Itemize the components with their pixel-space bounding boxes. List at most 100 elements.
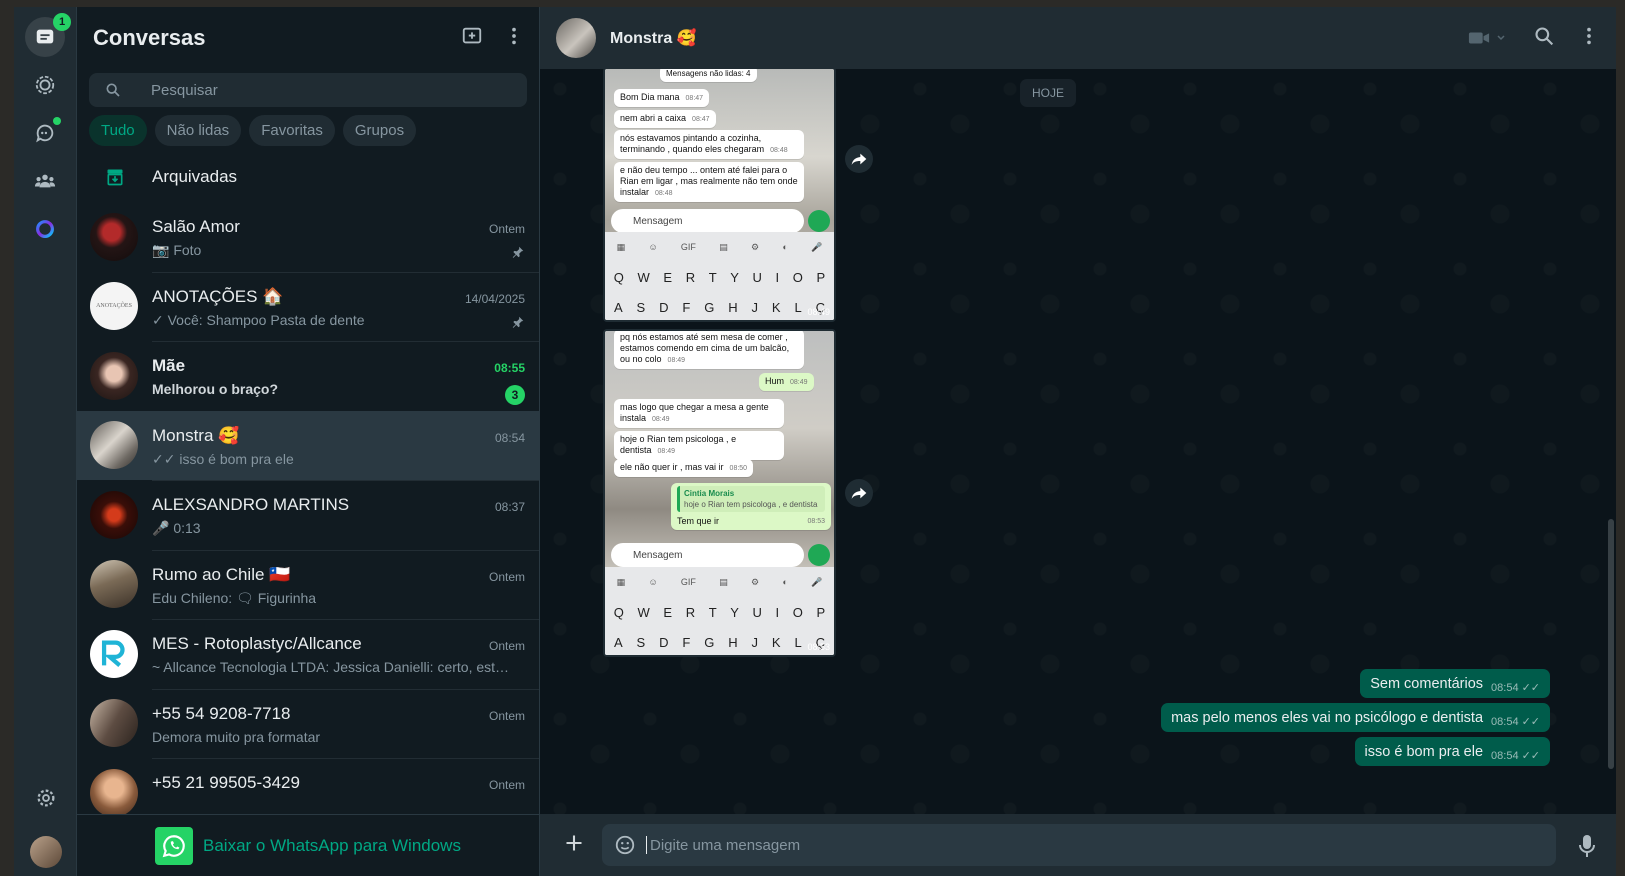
mini-bubble: nós estavamos pintando a cozinha, termin… bbox=[614, 130, 804, 159]
read-ticks-icon: ✓✓ bbox=[1521, 682, 1540, 694]
chat-preview: 🎤 0:13 bbox=[152, 520, 201, 536]
communities-nav-button[interactable] bbox=[25, 161, 65, 201]
message-placeholder: Digite uma mensagem bbox=[650, 836, 801, 854]
status-icon bbox=[35, 75, 55, 95]
chats-icon bbox=[36, 29, 54, 44]
video-camera-icon bbox=[1468, 32, 1490, 44]
keyboard-toolbar: ▦ ☺ GIF ▤ ⚙ ◐ 🎤 bbox=[616, 576, 823, 588]
chat-item-body: Rumo ao Chile 🇨🇱 Edu Chileno: 🗨 Figurinh… bbox=[152, 549, 539, 620]
outgoing-message[interactable]: Sem comentários 08:54 ✓✓ bbox=[1360, 669, 1550, 698]
chat-time: 08:55 bbox=[494, 361, 525, 375]
mini-keyboard: ▦ ☺ GIF ▤ ⚙ ◐ 🎤 QWERTYUIOP ASDFGHJKLÇ bbox=[605, 232, 834, 320]
archive-icon bbox=[107, 169, 123, 186]
chat-item-phone-5521[interactable]: +55 21 99505-3429 Ontem bbox=[77, 758, 539, 814]
channels-new-dot bbox=[53, 117, 61, 125]
download-banner[interactable]: Baixar o WhatsApp para Windows bbox=[77, 814, 539, 876]
contact-avatar[interactable] bbox=[556, 18, 596, 58]
mini-bubble: mas logo que chegar a mesa a gente insta… bbox=[614, 399, 784, 428]
header-actions bbox=[1468, 7, 1596, 69]
filter-groups[interactable]: Grupos bbox=[342, 115, 417, 146]
profile-avatar[interactable] bbox=[29, 836, 62, 868]
channels-nav-button[interactable] bbox=[25, 113, 65, 153]
whatsapp-logo-icon bbox=[155, 826, 194, 865]
keyboard-row: QWERTYUIOP bbox=[613, 604, 826, 620]
message-scrollbar[interactable] bbox=[1608, 519, 1614, 769]
chat-item-body: +55 54 9208-7718 Demora muito pra format… bbox=[152, 688, 539, 759]
message-text: isso é bom pra ele bbox=[1364, 744, 1484, 760]
search-box[interactable]: Pesquisar bbox=[89, 73, 527, 107]
chat-preview: ✓ Você: Shampoo Pasta de dente bbox=[152, 311, 365, 328]
sidebar-menu-button[interactable] bbox=[505, 25, 523, 52]
image-message-2[interactable]: pq nós estamos até sem mesa de comer , e… bbox=[603, 329, 836, 657]
contact-name[interactable]: Monstra 🥰 bbox=[610, 28, 697, 48]
avatar: ANOTAÇÕES bbox=[90, 282, 138, 331]
chat-item-salao-amor[interactable]: Salão Amor 📷 Foto Ontem bbox=[77, 202, 539, 272]
chat-item-rumo-ao-chile[interactable]: Rumo ao Chile 🇨🇱 Edu Chileno: 🗨 Figurinh… bbox=[77, 549, 539, 620]
chat-menu-button[interactable] bbox=[1582, 25, 1596, 52]
forward-button-1[interactable] bbox=[845, 145, 873, 173]
emoji-button[interactable] bbox=[614, 834, 636, 861]
outgoing-message[interactable]: isso é bom pra ele 08:54 ✓✓ bbox=[1354, 737, 1550, 766]
message-input[interactable]: Digite uma mensagem bbox=[602, 824, 1556, 866]
forward-icon bbox=[851, 153, 867, 165]
filter-all[interactable]: Tudo bbox=[89, 115, 147, 146]
chat-time: 08:54 bbox=[494, 430, 525, 445]
avatar bbox=[90, 351, 138, 400]
forward-button-2[interactable] bbox=[845, 479, 873, 507]
avatar bbox=[90, 699, 138, 748]
mini-mic-icon bbox=[808, 210, 830, 232]
chat-item-mes-rotoplastyc[interactable]: MES - Rotoplastyc/Allcance ~ Allcance Te… bbox=[77, 619, 539, 689]
mini-input: Mensagem bbox=[611, 543, 804, 567]
settings-nav-button[interactable] bbox=[26, 778, 66, 818]
chat-item-anotacoes[interactable]: ANOTAÇÕES ANOTAÇÕES 🏠 ✓ Você: Shampoo Pa… bbox=[77, 271, 539, 342]
chat-item-mae[interactable]: Mãe Melhorou o braço? 08:55 3 bbox=[77, 341, 539, 411]
chat-time: Ontem bbox=[488, 778, 525, 792]
chat-item-monstra[interactable]: Monstra 🥰 ✓✓ isso é bom pra ele 08:54 bbox=[77, 410, 539, 481]
message-text: Sem comentários bbox=[1370, 676, 1484, 692]
microphone-icon bbox=[1579, 835, 1595, 857]
attach-button[interactable] bbox=[564, 833, 584, 858]
navigation-rail: 1 bbox=[14, 7, 77, 876]
forward-icon bbox=[851, 487, 867, 499]
rail-bottom bbox=[14, 778, 77, 868]
message-text: mas pelo menos eles vai no psicólogo e d… bbox=[1171, 710, 1484, 726]
search-icon bbox=[106, 83, 120, 97]
avatar bbox=[90, 490, 138, 539]
download-windows-link[interactable]: Baixar o WhatsApp para Windows bbox=[203, 836, 461, 856]
chat-name: ALEXSANDRO MARTINS bbox=[152, 495, 350, 514]
chat-list-panel: Conversas Pesquisar Tudo Não lidas Favor… bbox=[77, 7, 540, 876]
message-area[interactable]: HOJE Mensagens não lidas: 4 Bom Dia mana… bbox=[540, 69, 1616, 814]
voice-message-button[interactable] bbox=[1578, 834, 1596, 863]
chat-preview: Melhorou o braço? bbox=[152, 381, 278, 397]
chat-item-body: Monstra 🥰 ✓✓ isso é bom pra ele 08:54 bbox=[152, 411, 539, 481]
new-chat-icon bbox=[462, 27, 482, 43]
filter-favorites[interactable]: Favoritas bbox=[249, 115, 335, 146]
sticker-emoji-icon bbox=[615, 835, 635, 855]
mini-bubble: hoje o Rian tem psicologa , e dentista 08… bbox=[614, 431, 784, 460]
meta-ai-nav-button[interactable] bbox=[25, 209, 65, 249]
chat-item-phone-5554[interactable]: +55 54 9208-7718 Demora muito pra format… bbox=[77, 688, 539, 759]
filter-unread[interactable]: Não lidas bbox=[154, 115, 242, 146]
video-call-button[interactable] bbox=[1468, 30, 1506, 46]
chat-preview: 📷 Foto bbox=[152, 242, 202, 258]
conversation-header[interactable]: Monstra 🥰 bbox=[540, 7, 1616, 69]
message-time: 08:54 bbox=[1491, 750, 1519, 762]
chat-preview: Demora muito pra formatar bbox=[152, 728, 321, 745]
image-message-1[interactable]: Mensagens não lidas: 4 Bom Dia mana 08:47… bbox=[603, 69, 836, 322]
status-nav-button[interactable] bbox=[25, 65, 65, 105]
unread-divider: Mensagens não lidas: 4 bbox=[660, 69, 757, 82]
meta-ai-icon bbox=[36, 220, 54, 238]
chat-item-alexsandro-martins[interactable]: ALEXSANDRO MARTINS 🎤 0:13 08:37 bbox=[77, 480, 539, 550]
archived-row[interactable]: Arquivadas bbox=[77, 152, 539, 202]
avatar bbox=[90, 560, 138, 609]
chat-time: Ontem bbox=[488, 569, 525, 584]
chat-time: Ontem bbox=[488, 708, 525, 723]
outgoing-message[interactable]: mas pelo menos eles vai no psicólogo e d… bbox=[1161, 703, 1550, 732]
search-in-chat-button[interactable] bbox=[1534, 26, 1554, 51]
chats-unread-badge: 1 bbox=[53, 13, 71, 31]
new-chat-button[interactable] bbox=[461, 25, 483, 52]
chats-nav-button[interactable]: 1 bbox=[25, 13, 71, 57]
image-time-overlay: 08:49 bbox=[807, 307, 830, 317]
chat-item-body: MES - Rotoplastyc/Allcance ~ Allcance Te… bbox=[152, 619, 539, 689]
mini-bubble: pq nós estamos até sem mesa de comer , e… bbox=[614, 331, 804, 369]
